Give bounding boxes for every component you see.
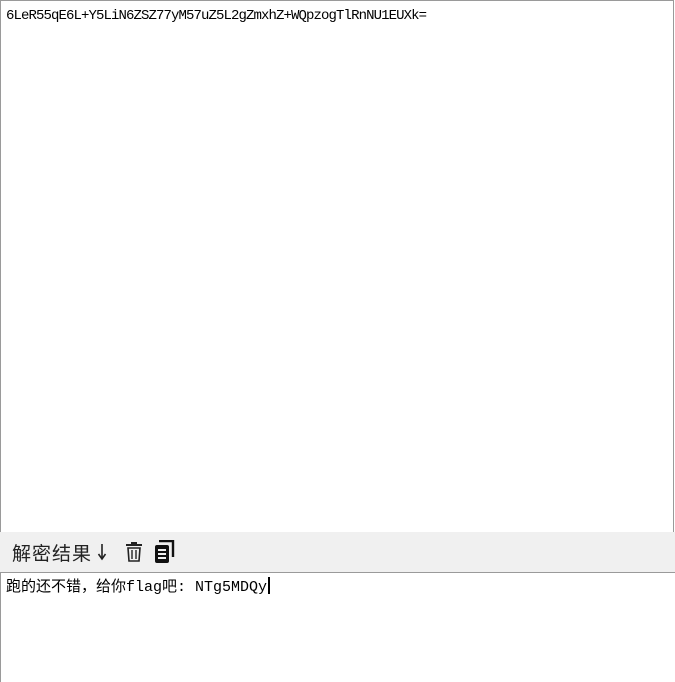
decoder-page: 6LeR55qE6L+Y5LiN6ZSZ77yM57uZ5L2gZmxhZ+WQ… [0,0,675,682]
text-caret [268,577,271,594]
decrypted-output-text: 跑的还不错，给你flag吧: NTg5MDQy [6,579,268,596]
down-arrow-icon [96,541,108,563]
copy-button[interactable] [152,539,176,565]
encoded-input-textarea[interactable]: 6LeR55qE6L+Y5LiN6ZSZ77yM57uZ5L2gZmxhZ+WQ… [0,0,674,532]
copy-icon [153,540,175,564]
decrypted-output-textarea[interactable]: 跑的还不错，给你flag吧: NTg5MDQy [0,572,675,682]
decrypt-result-label: 解密结果 [12,542,93,565]
decrypt-result-heading: 解密结果 [12,539,108,566]
clear-button[interactable] [122,539,146,565]
trash-icon [124,541,144,563]
result-toolbar: 解密结果 [0,532,675,572]
